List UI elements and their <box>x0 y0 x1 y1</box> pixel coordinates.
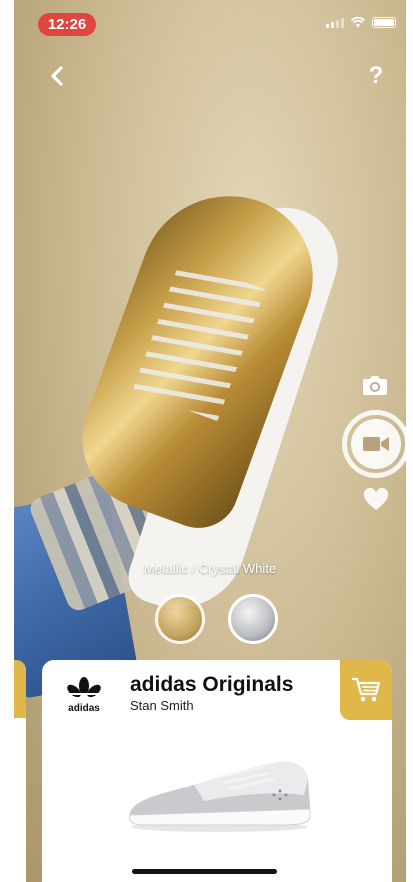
product-image <box>129 761 311 832</box>
swatch-silver[interactable] <box>228 594 278 644</box>
back-button[interactable] <box>44 62 72 90</box>
adidas-trefoil-logo: adidas <box>64 676 104 716</box>
help-button[interactable]: ? <box>362 62 390 90</box>
status-time: 12:26 <box>38 13 96 36</box>
wifi-icon <box>351 17 365 28</box>
heart-icon[interactable] <box>363 488 389 512</box>
signal-icon <box>326 18 344 28</box>
shopping-cart-icon <box>352 677 381 702</box>
swatch-gold[interactable] <box>155 594 205 644</box>
chevron-left-icon <box>51 66 63 86</box>
brand-name: adidas Originals <box>130 673 294 696</box>
previous-product-card[interactable] <box>14 660 26 882</box>
brand-logo-text: adidas <box>68 703 100 714</box>
record-video-button[interactable] <box>342 410 406 478</box>
battery-icon <box>372 17 396 28</box>
add-to-cart-button[interactable] <box>340 660 392 720</box>
question-mark-icon: ? <box>368 62 384 89</box>
camera-icon[interactable] <box>362 373 388 397</box>
product-name: Stan Smith <box>130 698 194 713</box>
ar-try-on-screen: 12:26 ? Metallic / Crystal White adidas … <box>14 0 406 882</box>
home-indicator[interactable] <box>132 869 277 874</box>
product-card[interactable]: adidas adidas Originals Stan Smith <box>42 660 392 882</box>
status-icons <box>326 17 396 28</box>
video-camera-icon <box>363 437 389 451</box>
colorway-label: Metallic / Crystal White <box>143 561 277 576</box>
